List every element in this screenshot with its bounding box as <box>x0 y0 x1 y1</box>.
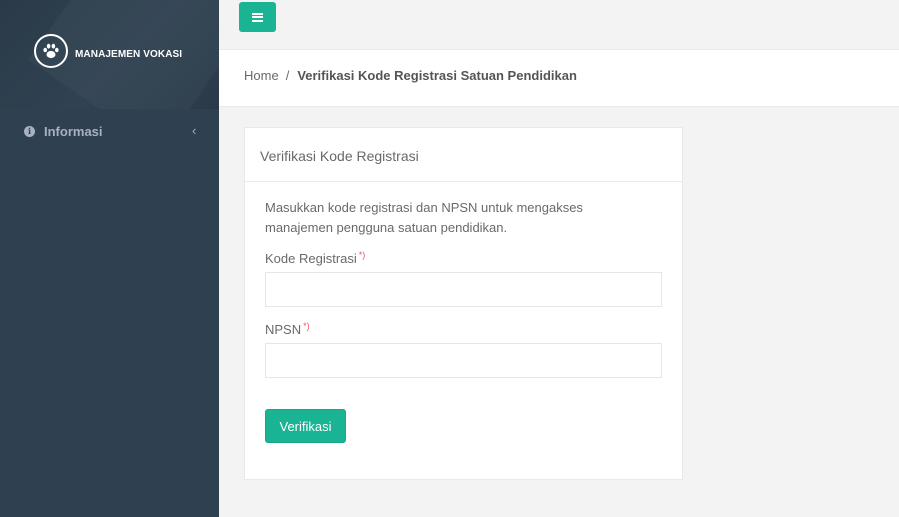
card-title: Verifikasi Kode Registrasi <box>260 148 419 164</box>
breadcrumb-bar: Home / Verifikasi Kode Registrasi Satuan P… <box>219 50 899 107</box>
verification-card: Verifikasi Kode Registrasi Masukkan kode… <box>244 127 683 480</box>
kode-registrasi-label-text: Kode Registrasi <box>265 251 357 266</box>
info-circle-icon: i <box>24 126 35 137</box>
required-mark: *) <box>358 250 366 260</box>
verifikasi-button[interactable]: Verifikasi <box>265 409 346 443</box>
breadcrumb-home-link[interactable]: Home <box>244 68 279 83</box>
card-header: Verifikasi Kode Registrasi <box>245 128 682 182</box>
brand-header: MANAJEMEN VOKASI <box>0 0 219 109</box>
card-description: Masukkan kode registrasi dan NPSN untuk … <box>265 200 583 235</box>
npsn-label: NPSN *) <box>265 321 662 337</box>
required-mark: *) <box>303 321 310 331</box>
breadcrumb-current: Verifikasi Kode Registrasi Satuan Pendid… <box>297 68 577 83</box>
breadcrumb-separator: / <box>285 68 290 83</box>
card-body: Masukkan kode registrasi dan NPSN untuk … <box>245 182 682 378</box>
hamburger-icon <box>252 12 263 22</box>
breadcrumb: Home / Verifikasi Kode Registrasi Satuan P… <box>244 68 577 83</box>
kode-registrasi-label: Kode Registrasi *) <box>265 250 662 266</box>
sidebar: MANAJEMEN VOKASI i Informasi ‹ <box>0 0 219 517</box>
sidebar-item-informasi[interactable]: i Informasi ‹ <box>0 109 219 155</box>
brand-name: MANAJEMEN VOKASI <box>75 49 183 60</box>
npsn-input[interactable] <box>265 343 662 378</box>
sidebar-item-label: Informasi <box>44 124 103 139</box>
top-navbar <box>219 0 899 50</box>
chevron-left-icon: ‹ <box>192 123 197 138</box>
paw-icon <box>34 34 68 68</box>
menu-toggle-button[interactable] <box>239 2 276 32</box>
kode-registrasi-input[interactable] <box>265 272 662 307</box>
npsn-label-text: NPSN <box>265 322 302 337</box>
